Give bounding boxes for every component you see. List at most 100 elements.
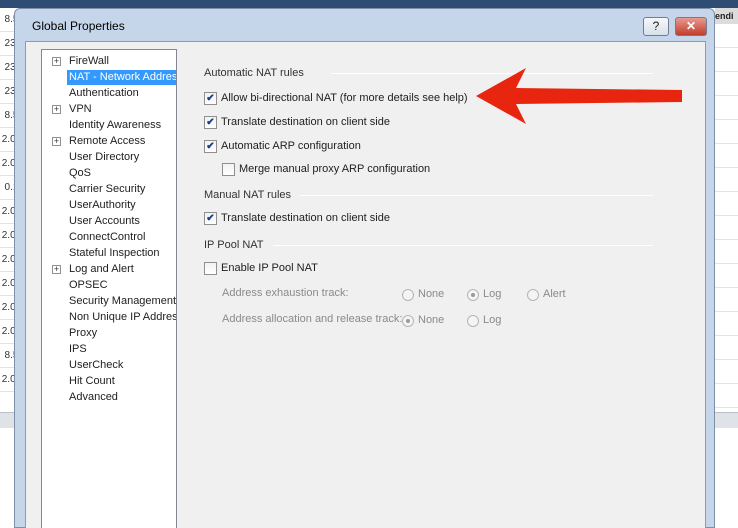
group-divider <box>273 245 653 246</box>
tree-item[interactable]: UserCheck <box>42 357 176 373</box>
tree-item[interactable]: Non Unique IP Address <box>42 309 177 325</box>
automatic-arp-checkbox[interactable]: ✔ <box>204 140 217 153</box>
background-cell <box>715 96 738 120</box>
bidirectional-nat-checkbox-row[interactable]: ✔ Allow bi-directional NAT (for more det… <box>204 91 504 107</box>
tree-item[interactable]: User Accounts <box>42 213 176 229</box>
tree-item-label: VPN <box>69 103 92 115</box>
tree-item[interactable]: NAT - Network Address <box>42 69 176 85</box>
radio-selected-dot <box>471 293 475 297</box>
expand-plus-icon[interactable]: + <box>52 105 61 114</box>
tree-item-label: FireWall <box>69 55 109 67</box>
tree-item-label: IPS <box>69 343 87 355</box>
tree-item-label: Non Unique IP Address <box>69 311 177 323</box>
enable-ip-pool-checkbox[interactable] <box>204 262 217 275</box>
expand-plus-icon[interactable]: + <box>52 265 61 274</box>
bidirectional-nat-label: Allow bi-directional NAT (for more detai… <box>221 92 468 104</box>
exhaustion-alert-radio[interactable]: Alert <box>527 288 587 302</box>
group-title-manual-nat: Manual NAT rules <box>204 189 292 201</box>
enable-ip-pool-label: Enable IP Pool NAT <box>221 262 318 274</box>
translate-destination-checkbox-row[interactable]: ✔ Translate destination on client side <box>204 115 464 131</box>
translate-destination-label: Translate destination on client side <box>221 116 390 128</box>
enable-ip-pool-checkbox-row[interactable]: Enable IP Pool NAT <box>204 261 404 277</box>
manual-translate-destination-label: Translate destination on client side <box>221 212 390 224</box>
tree-item[interactable]: ConnectControl <box>42 229 176 245</box>
group-title-ip-pool-nat: IP Pool NAT <box>204 239 264 251</box>
background-cell <box>715 216 738 240</box>
automatic-arp-checkbox-row[interactable]: ✔ Automatic ARP configuration <box>204 139 464 155</box>
manual-translate-destination-checkbox[interactable]: ✔ <box>204 212 217 225</box>
close-button[interactable]: ✕ <box>675 17 707 36</box>
exhaustion-none-radio[interactable]: None <box>402 288 462 302</box>
tree-item-label: Carrier Security <box>69 183 146 195</box>
tree-item[interactable]: Authentication <box>42 85 176 101</box>
background-cell <box>715 312 738 336</box>
tree-item-label: Identity Awareness <box>69 119 162 131</box>
manual-translate-destination-checkbox-row[interactable]: ✔ Translate destination on client side <box>204 211 464 227</box>
background-cell <box>715 144 738 168</box>
background-app-titlebar <box>0 0 738 8</box>
tree-item[interactable]: Carrier Security <box>42 181 176 197</box>
tree-item-label: Authentication <box>69 87 139 99</box>
background-cell <box>715 288 738 312</box>
translate-destination-checkbox[interactable]: ✔ <box>204 116 217 129</box>
background-cell <box>715 240 738 264</box>
background-right-header: endi <box>715 8 738 24</box>
tree-item[interactable]: UserAuthority <box>42 197 176 213</box>
tree-item-label: UserCheck <box>69 359 124 371</box>
tree-item-label: Log and Alert <box>69 263 134 275</box>
red-arrow-shape <box>476 68 682 124</box>
tree-item[interactable]: + VPN <box>42 101 176 117</box>
background-cell <box>715 264 738 288</box>
tree-item[interactable]: Hit Count <box>42 373 176 389</box>
automatic-arp-label: Automatic ARP configuration <box>221 140 361 152</box>
dialog-title: Global Properties <box>32 19 125 33</box>
tree-item-label: User Directory <box>69 151 140 163</box>
exhaustion-log-radio[interactable]: Log <box>467 288 527 302</box>
background-cell <box>715 168 738 192</box>
background-cell <box>715 192 738 216</box>
tree-item[interactable]: QoS <box>42 165 176 181</box>
merge-proxy-arp-checkbox[interactable] <box>222 163 235 176</box>
tree-item[interactable]: User Directory <box>42 149 176 165</box>
merge-proxy-arp-label: Merge manual proxy ARP configuration <box>239 163 431 175</box>
tree-item[interactable]: Security Management A <box>42 293 177 309</box>
tree-item-label: Stateful Inspection <box>69 247 160 259</box>
tree-item-label: ConnectControl <box>69 231 146 243</box>
help-button[interactable]: ? <box>643 17 669 36</box>
tree-item-label: QoS <box>69 167 92 179</box>
tree-item[interactable]: + Log and Alert <box>42 261 176 277</box>
tree-item-label: Security Management A <box>69 295 177 307</box>
tree-item[interactable]: OPSEC <box>42 277 176 293</box>
tree-item-label: OPSEC <box>69 279 108 291</box>
tree-item[interactable]: + Remote Access <box>42 133 176 149</box>
expand-plus-icon[interactable]: + <box>52 57 61 66</box>
allocation-none-radio[interactable]: None <box>402 314 462 328</box>
tree-item[interactable]: Proxy <box>42 325 176 341</box>
tree-item[interactable]: IPS <box>42 341 176 357</box>
allocation-track-label: Address allocation and release track: <box>222 313 403 325</box>
tree-item[interactable]: Stateful Inspection <box>42 245 176 261</box>
tree-item-label: Advanced <box>69 391 118 403</box>
tree-item-label: Hit Count <box>69 375 115 387</box>
tree-item[interactable]: Identity Awareness <box>42 117 176 133</box>
exhaustion-track-label: Address exhaustion track: <box>222 287 349 299</box>
background-cell <box>715 72 738 96</box>
tree-item-label: Remote Access <box>69 135 146 147</box>
tree-item[interactable]: + FireWall <box>42 53 176 69</box>
bidirectional-nat-checkbox[interactable]: ✔ <box>204 92 217 105</box>
background-cell <box>715 384 738 408</box>
tree-item-label: Proxy <box>69 327 98 339</box>
background-cell <box>715 24 738 48</box>
tree-item-label: UserAuthority <box>69 199 136 211</box>
radio-selected-dot <box>406 319 410 323</box>
group-title-automatic-nat: Automatic NAT rules <box>204 67 304 79</box>
red-arrow-annotation-icon <box>476 68 682 124</box>
tree-item[interactable]: Advanced <box>42 389 176 405</box>
merge-proxy-arp-checkbox-row[interactable]: Merge manual proxy ARP configuration <box>222 162 482 178</box>
group-divider <box>300 195 653 196</box>
background-cell <box>715 360 738 384</box>
properties-tree: + FireWall NAT - Network Address Authentica… <box>41 49 177 528</box>
expand-plus-icon[interactable]: + <box>52 137 61 146</box>
allocation-log-radio[interactable]: Log <box>467 314 527 328</box>
background-cell <box>715 336 738 360</box>
